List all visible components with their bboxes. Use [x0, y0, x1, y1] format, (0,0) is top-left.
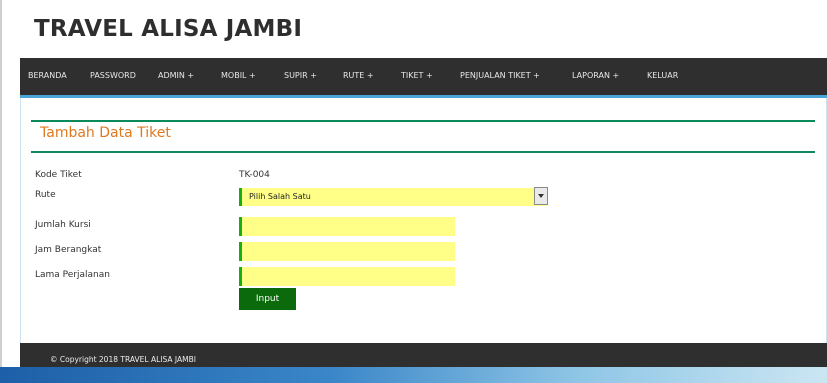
nav-laporan[interactable]: LAPORAN +	[572, 71, 619, 80]
title-divider-top	[31, 120, 815, 122]
nav-beranda[interactable]: BERANDA	[28, 71, 67, 80]
nav-mobil[interactable]: MOBIL +	[221, 71, 256, 80]
chevron-down-icon[interactable]	[534, 187, 548, 205]
nav-penjualan-tiket[interactable]: PENJUALAN TIKET +	[460, 71, 540, 80]
nav-tiket[interactable]: TIKET +	[401, 71, 433, 80]
lama-perjalanan-input[interactable]	[239, 267, 455, 286]
nav-rute[interactable]: RUTE +	[343, 71, 374, 80]
nav-password[interactable]: PASSWORD	[90, 71, 136, 80]
label-jam-berangkat: Jam Berangkat	[35, 245, 102, 255]
input-button[interactable]: Input	[239, 288, 296, 310]
content-panel: Tambah Data Tiket Kode Tiket TK-004 Rute…	[20, 98, 827, 343]
main-navbar: BERANDA PASSWORD ADMIN + MOBIL + SUPIR +…	[20, 58, 827, 95]
rute-select[interactable]: Pilih Salah Satu	[239, 187, 548, 206]
title-divider-bottom	[31, 151, 815, 153]
kode-tiket-value: TK-004	[239, 170, 270, 180]
rute-select-value: Pilih Salah Satu	[249, 192, 311, 201]
page-container: TRAVEL ALISA JAMBI BERANDA PASSWORD ADMI…	[20, 8, 827, 383]
browser-frame: TRAVEL ALISA JAMBI BERANDA PASSWORD ADMI…	[0, 0, 827, 383]
jam-berangkat-input[interactable]	[239, 242, 455, 261]
label-jumlah-kursi: Jumlah Kursi	[35, 220, 91, 230]
label-rute: Rute	[35, 190, 56, 200]
copyright-text: © Copyright 2018 TRAVEL ALISA JAMBI	[50, 355, 196, 364]
left-border	[0, 0, 2, 383]
nav-admin[interactable]: ADMIN +	[158, 71, 194, 80]
nav-supir[interactable]: SUPIR +	[284, 71, 317, 80]
label-kode-tiket: Kode Tiket	[35, 170, 82, 180]
bottom-decoration	[0, 367, 827, 383]
site-title: TRAVEL ALISA JAMBI	[34, 16, 303, 42]
label-lama-perjalanan: Lama Perjalanan	[35, 270, 110, 280]
nav-keluar[interactable]: KELUAR	[647, 71, 678, 80]
form-title: Tambah Data Tiket	[40, 125, 171, 141]
jumlah-kursi-input[interactable]	[239, 217, 455, 236]
